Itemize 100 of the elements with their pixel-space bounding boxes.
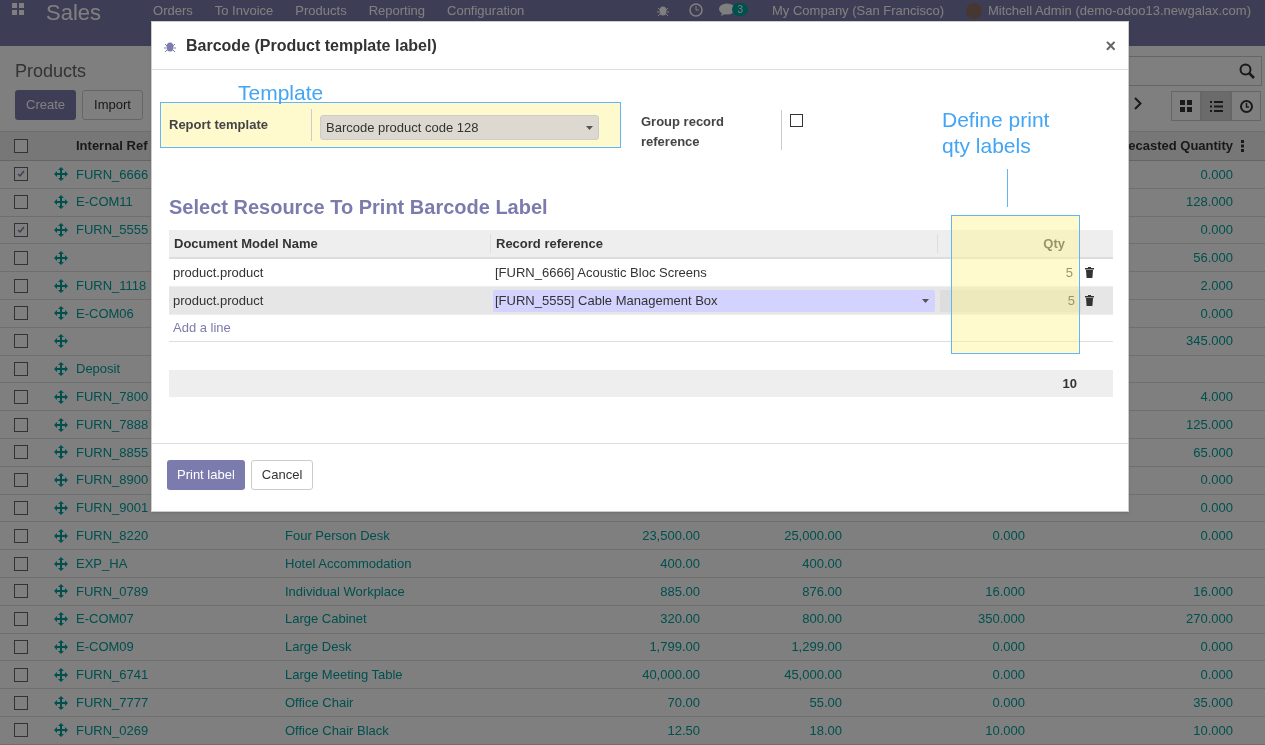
check-icon (16, 225, 26, 235)
message-count-badge: 3 (732, 3, 749, 16)
checkbox[interactable] (14, 556, 28, 571)
checkbox[interactable] (14, 278, 28, 293)
checkbox[interactable] (14, 306, 28, 321)
list-view-button[interactable] (1201, 91, 1231, 121)
create-button[interactable]: Create (15, 90, 77, 120)
drag-handle-icon[interactable] (54, 639, 68, 654)
menu-item[interactable]: Reporting (368, 3, 425, 18)
menu-item[interactable]: Products (295, 3, 347, 18)
table-cell: EXP_HA (76, 555, 128, 571)
kanban-view-button[interactable] (1171, 91, 1201, 121)
checkbox[interactable] (14, 334, 28, 349)
column-header: Document Model Name (169, 233, 491, 254)
select-field[interactable]: Barcode product code 128 (320, 115, 599, 140)
chat-icon[interactable] (719, 3, 736, 16)
caret-icon (922, 298, 929, 303)
table-cell: 70.00 (667, 694, 700, 710)
drag-handle-icon[interactable] (54, 500, 68, 515)
checkbox[interactable] (14, 667, 28, 682)
annotation-text: Define print qty labels (942, 107, 1051, 159)
checkbox[interactable] (14, 361, 28, 376)
company-switcher[interactable]: My Company (San Francisco) (772, 3, 944, 18)
delete-icon[interactable] (1085, 295, 1094, 306)
add-line-link[interactable]: Add a line (169, 318, 235, 338)
drag-handle-icon[interactable] (54, 361, 68, 376)
checkbox[interactable] (14, 139, 28, 153)
menu-item[interactable]: To Invoice (214, 3, 274, 18)
drag-handle-icon[interactable] (54, 250, 68, 265)
drag-handle-icon[interactable] (54, 195, 68, 210)
table-cell: 18.00 (809, 722, 842, 738)
table-cell: Large Cabinet (285, 611, 367, 627)
table-cell: 345.000 (1186, 333, 1233, 349)
table-cell: Deposit (76, 361, 121, 377)
checkbox[interactable] (14, 417, 28, 432)
drag-handle-icon[interactable] (54, 584, 68, 599)
drag-handle-icon[interactable] (54, 473, 68, 488)
checkbox[interactable] (14, 639, 28, 654)
checkbox[interactable] (14, 389, 28, 404)
menu-item[interactable]: Configuration (447, 3, 525, 18)
drag-handle-icon[interactable] (54, 167, 68, 182)
print-label-button[interactable]: Print label (167, 460, 245, 490)
table-cell: 10.000 (1193, 722, 1233, 738)
checkbox[interactable] (14, 250, 28, 265)
table-cell: 0.000 (992, 694, 1025, 710)
drag-handle-icon[interactable] (54, 556, 68, 571)
checkbox[interactable] (14, 584, 28, 599)
drag-handle-icon[interactable] (54, 528, 68, 543)
list-icon (1209, 100, 1223, 112)
search-icon[interactable] (1239, 63, 1255, 79)
cancel-button[interactable]: Cancel (250, 460, 314, 490)
app-name: Sales (46, 0, 102, 26)
drag-handle-icon[interactable] (54, 334, 68, 349)
checkbox[interactable] (14, 223, 28, 237)
checkbox[interactable] (14, 612, 28, 627)
activity-view-button[interactable] (1231, 91, 1261, 121)
close-button[interactable]: × (1105, 36, 1116, 55)
checkbox[interactable] (14, 528, 28, 543)
dialog-title: Barcode (Product template label) (186, 35, 438, 56)
drag-handle-icon[interactable] (54, 445, 68, 460)
drag-handle-icon[interactable] (54, 695, 68, 710)
checkbox[interactable] (14, 695, 28, 710)
menu-item[interactable]: Orders (153, 3, 193, 18)
select-field[interactable]: [FURN_5555] Cable Management Box (493, 289, 935, 312)
column-header: Record reference (491, 233, 938, 254)
checkbox[interactable] (14, 723, 28, 738)
table-cell: E-COM06 (76, 305, 134, 321)
checkbox[interactable] (14, 500, 28, 515)
checkbox[interactable] (14, 195, 28, 210)
total-qty: 10 (1062, 374, 1077, 393)
leader-line (1007, 169, 1008, 207)
clock-icon[interactable] (689, 3, 704, 17)
next-page-icon[interactable] (1134, 97, 1142, 110)
drag-handle-icon[interactable] (54, 223, 68, 237)
import-button[interactable]: Import (82, 90, 143, 120)
table-cell: 12.50 (667, 722, 700, 738)
table-cell: 0.000 (1200, 667, 1233, 682)
drag-handle-icon[interactable] (54, 417, 68, 432)
delete-icon[interactable] (1085, 267, 1094, 278)
table-cell: 128.000 (1186, 194, 1233, 210)
table-cell: 4.000 (1200, 389, 1233, 404)
checkbox[interactable] (790, 114, 803, 127)
table-cell: FURN_7888 (76, 416, 149, 432)
drag-handle-icon[interactable] (54, 667, 68, 682)
checkbox[interactable] (14, 445, 28, 460)
drag-handle-icon[interactable] (54, 306, 68, 321)
drag-handle-icon[interactable] (54, 389, 68, 404)
table-cell: 876.00 (802, 583, 842, 599)
user-menu[interactable]: Mitchell Admin (demo-odoo13.newgalax.com) (988, 3, 1251, 18)
qty-input[interactable]: 5 (940, 289, 1081, 312)
table-cell: E-COM11 (76, 194, 133, 210)
table-cell: FURN_8855 (76, 444, 149, 460)
drag-handle-icon[interactable] (54, 723, 68, 738)
drag-handle-icon[interactable] (54, 278, 68, 293)
checkbox[interactable] (14, 167, 28, 182)
checkbox[interactable] (14, 473, 28, 488)
drag-handle-icon[interactable] (54, 612, 68, 627)
table-cell: 0.000 (1200, 639, 1233, 655)
table-cell: 23,500.00 (642, 528, 700, 543)
apps-menu-icon[interactable] (12, 3, 24, 15)
